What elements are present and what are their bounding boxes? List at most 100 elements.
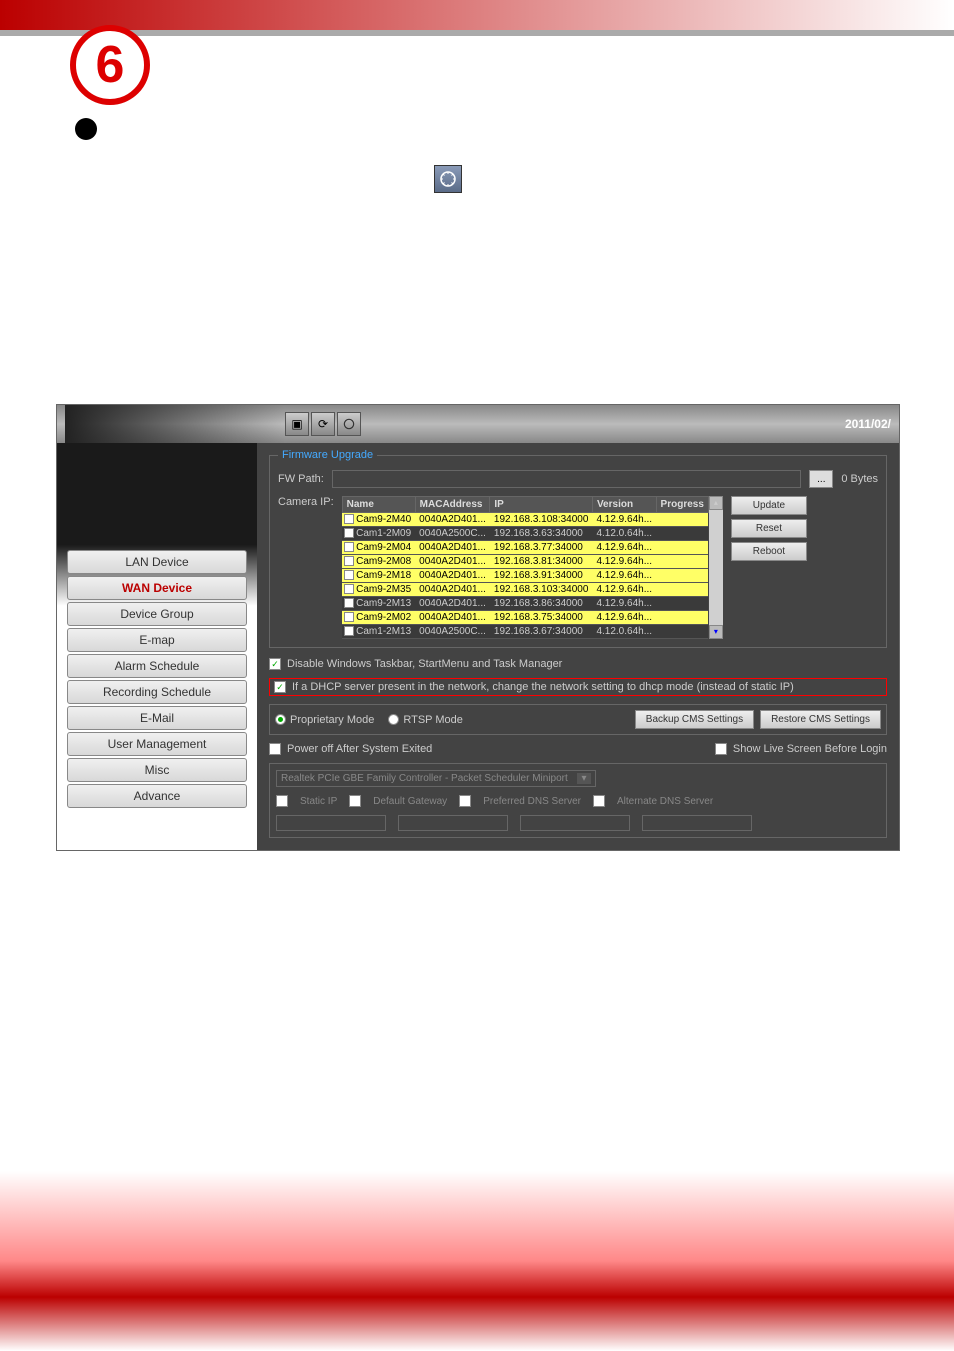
col-version[interactable]: Version (592, 497, 656, 513)
row-checkbox[interactable] (344, 556, 354, 566)
poweroff-label: Power off After System Exited (287, 743, 432, 755)
reboot-button[interactable]: Reboot (731, 542, 807, 561)
sidebar-misc[interactable]: Misc (67, 758, 247, 782)
row-checkbox[interactable] (344, 542, 354, 552)
rtsp-radio-dot (388, 714, 399, 725)
browse-button[interactable]: ... (809, 470, 833, 488)
col-progress[interactable]: Progress (656, 497, 708, 513)
proprietary-label: Proprietary Mode (290, 714, 374, 726)
col-name[interactable]: Name (342, 497, 415, 513)
fw-size: 0 Bytes (841, 473, 878, 485)
disable-taskbar-label: Disable Windows Taskbar, StartMenu and T… (287, 658, 562, 670)
sidebar-wan-device[interactable]: WAN Device (67, 576, 247, 600)
table-scrollbar[interactable]: ▴ ▾ (709, 496, 723, 639)
fw-path-input[interactable] (332, 470, 801, 488)
action-buttons: Update Reset Reboot (731, 496, 807, 561)
alt-dns-input[interactable] (642, 815, 752, 831)
titlebar-btn-1[interactable]: ▣ (285, 412, 309, 436)
titlebar-btn-advance[interactable] (337, 412, 361, 436)
gray-divider (0, 30, 954, 36)
titlebar-dark-left (65, 405, 285, 443)
proprietary-radio-dot (275, 714, 286, 725)
col-mac[interactable]: MACAddress (415, 497, 490, 513)
mode-radio-group: Proprietary Mode RTSP Mode (275, 714, 463, 726)
showlive-label: Show Live Screen Before Login (733, 743, 887, 755)
table-row[interactable]: Cam9-2M040040A2D401...192.168.3.77:34000… (342, 541, 708, 555)
alt-dns-checkbox[interactable]: ✓ (593, 795, 605, 807)
table-row[interactable]: Cam9-2M130040A2D401...192.168.3.86:34000… (342, 597, 708, 611)
table-row[interactable]: Cam1-2M090040A2500C...192.168.3.63:34000… (342, 527, 708, 541)
power-live-row: ✓ Power off After System Exited ✓ Show L… (269, 743, 887, 755)
network-config-row: ✓ Static IP ✓ Default Gateway ✓ Preferre… (276, 795, 880, 807)
pref-dns-checkbox[interactable]: ✓ (459, 795, 471, 807)
scroll-down[interactable]: ▾ (709, 625, 723, 639)
network-inputs-row (276, 815, 880, 831)
row-checkbox[interactable] (344, 570, 354, 580)
main-area: LAN Device WAN Device Device Group E-map… (57, 443, 899, 850)
row-checkbox[interactable] (344, 514, 354, 524)
dhcp-label: If a DHCP server present in the network,… (292, 681, 794, 693)
static-ip-input[interactable] (276, 815, 386, 831)
row-checkbox[interactable] (344, 626, 354, 636)
camera-table: Name MACAddress IP Version Progress Cam9… (342, 496, 709, 639)
fw-path-row: FW Path: ... 0 Bytes (278, 470, 878, 488)
row-checkbox[interactable] (344, 612, 354, 622)
reset-button[interactable]: Reset (731, 519, 807, 538)
sidebar-email[interactable]: E-Mail (67, 706, 247, 730)
sidebar-alarm-schedule[interactable]: Alarm Schedule (67, 654, 247, 678)
advance-icon (434, 165, 462, 193)
sidebar-recording-schedule[interactable]: Recording Schedule (67, 680, 247, 704)
rtsp-label: RTSP Mode (403, 714, 463, 726)
dhcp-note-row: ✓ If a DHCP server present in the networ… (269, 678, 887, 696)
scroll-up[interactable]: ▴ (709, 496, 723, 510)
chapter-badge: 6 (70, 25, 150, 105)
fw-path-label: FW Path: (278, 473, 324, 485)
top-gradient-bar (0, 0, 954, 30)
adapter-dropdown[interactable]: Realtek PCIe GBE Family Controller - Pac… (276, 770, 596, 787)
poweroff-checkbox[interactable]: ✓ (269, 743, 281, 755)
backup-button[interactable]: Backup CMS Settings (635, 710, 754, 729)
table-row[interactable]: Cam9-2M020040A2D401...192.168.3.75:34000… (342, 611, 708, 625)
row-checkbox[interactable] (344, 598, 354, 608)
sidebar-lan-device[interactable]: LAN Device (67, 550, 247, 574)
pref-dns-input[interactable] (520, 815, 630, 831)
firmware-legend: Firmware Upgrade (278, 449, 377, 461)
table-row[interactable]: Cam1-2M130040A2500C...192.168.3.67:34000… (342, 625, 708, 639)
row-checkbox[interactable] (344, 528, 354, 538)
proprietary-radio[interactable]: Proprietary Mode (275, 714, 374, 726)
titlebar-date: 2011/02/ (845, 417, 891, 431)
firmware-upgrade-fieldset: Firmware Upgrade FW Path: ... 0 Bytes Ca… (269, 455, 887, 648)
network-fieldset: Realtek PCIe GBE Family Controller - Pac… (269, 763, 887, 838)
table-row[interactable]: Cam9-2M400040A2D401...192.168.3.108:3400… (342, 513, 708, 527)
table-row[interactable]: Cam9-2M180040A2D401...192.168.3.91:34000… (342, 569, 708, 583)
default-gw-input[interactable] (398, 815, 508, 831)
disable-taskbar-checkbox[interactable]: ✓ (269, 658, 281, 670)
camera-table-row: Camera IP: Name MACAddress IP Version (278, 496, 878, 639)
mode-row: Proprietary Mode RTSP Mode Backup CMS Se… (269, 704, 887, 735)
showlive-checkbox[interactable]: ✓ (715, 743, 727, 755)
pref-dns-label: Preferred DNS Server (483, 796, 581, 807)
app-window: ▣ ⟳ 2011/02/ LAN Device WAN Device Devic… (56, 404, 900, 851)
table-row[interactable]: Cam9-2M350040A2D401...192.168.3.103:3400… (342, 583, 708, 597)
row-checkbox[interactable] (344, 584, 354, 594)
sidebar-emap[interactable]: E-map (67, 628, 247, 652)
dhcp-checkbox[interactable]: ✓ (274, 681, 286, 693)
sidebar-device-group[interactable]: Device Group (67, 602, 247, 626)
default-gw-checkbox[interactable]: ✓ (349, 795, 361, 807)
titlebar-btn-2[interactable]: ⟳ (311, 412, 335, 436)
static-ip-label: Static IP (300, 796, 337, 807)
col-ip[interactable]: IP (490, 497, 593, 513)
static-ip-checkbox[interactable]: ✓ (276, 795, 288, 807)
sidebar: LAN Device WAN Device Device Group E-map… (57, 443, 257, 850)
chapter-number: 6 (96, 35, 125, 95)
content-panel: Firmware Upgrade FW Path: ... 0 Bytes Ca… (257, 443, 899, 850)
sidebar-advance[interactable]: Advance (67, 784, 247, 808)
sidebar-user-management[interactable]: User Management (67, 732, 247, 756)
table-row[interactable]: Cam9-2M080040A2D401...192.168.3.81:34000… (342, 555, 708, 569)
bottom-gradient (0, 1171, 954, 1351)
disable-taskbar-row: ✓ Disable Windows Taskbar, StartMenu and… (269, 658, 887, 670)
update-button[interactable]: Update (731, 496, 807, 515)
camera-ip-label: Camera IP: (278, 496, 334, 508)
rtsp-radio[interactable]: RTSP Mode (388, 714, 463, 726)
restore-button[interactable]: Restore CMS Settings (760, 710, 881, 729)
